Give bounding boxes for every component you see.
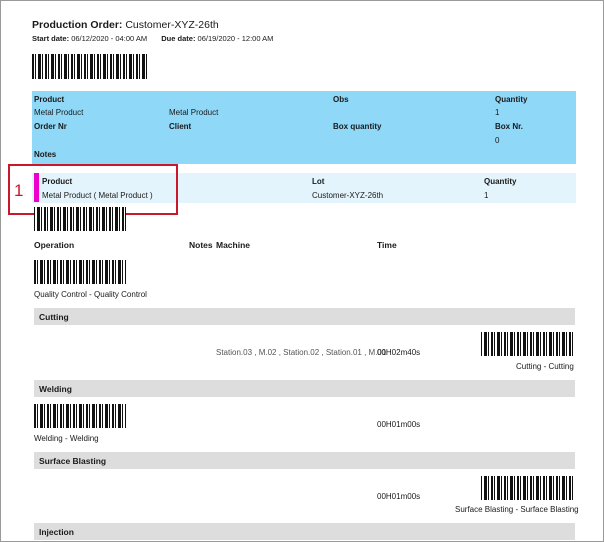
start-date-label: Start date: (32, 34, 70, 43)
product-value: Metal Product (34, 108, 84, 117)
time-column-header: Time (377, 240, 397, 250)
cutting-barcode-label: Cutting - Cutting (516, 362, 574, 371)
title-label: Production Order: (32, 19, 123, 31)
section-injection: Injection (34, 523, 575, 540)
order-barcode (32, 54, 148, 79)
lot-value: Customer-XYZ-26th (312, 191, 384, 200)
client-label: Client (169, 122, 192, 131)
notes-label: Notes (34, 150, 57, 159)
production-order-page: Production Order: Customer-XYZ-26th Star… (0, 0, 604, 542)
lot-barcode (34, 207, 126, 231)
section-cutting: Cutting (34, 308, 575, 325)
operation-column-header: Operation (34, 240, 75, 250)
cutting-barcode (481, 332, 573, 356)
product-value-secondary: Metal Product (169, 108, 219, 117)
notes-column-header: Notes (189, 240, 213, 250)
surface-blasting-time: 00H01m00s (377, 492, 421, 501)
welding-barcode-label: Welding - Welding (34, 434, 99, 443)
page-title: Production Order: Customer-XYZ-26th (32, 19, 219, 31)
annotation-number: 1 (14, 181, 24, 200)
obs-label: Obs (333, 95, 349, 104)
cutting-machines: Station.03 , M.02 , Station.02 , Station… (216, 348, 387, 357)
lot-quantity-label: Quantity (484, 177, 517, 186)
surface-blasting-barcode (481, 476, 573, 500)
section-surface-blasting: Surface Blasting (34, 452, 575, 469)
machine-column-header: Machine (216, 240, 251, 250)
order-dates: Start date: 06/12/2020 - 04:00 AM Due da… (32, 34, 273, 43)
quantity-value: 1 (495, 108, 500, 117)
order-nr-label: Order Nr (34, 122, 67, 131)
surface-blasting-barcode-label: Surface Blasting - Surface Blasting (455, 505, 579, 514)
due-date-value: 06/19/2020 - 12:00 AM (197, 34, 274, 43)
cutting-time: 00H02m40s (377, 348, 421, 357)
title-value: Customer-XYZ-26th (125, 19, 219, 31)
quantity-label: Quantity (495, 95, 528, 104)
welding-time: 00H01m00s (377, 420, 421, 429)
due-date-label: Due date: (161, 34, 196, 43)
product-label: Product (34, 95, 65, 104)
box-nr-label: Box Nr. (495, 122, 524, 131)
welding-barcode (34, 404, 126, 428)
start-date-value: 06/12/2020 - 04:00 AM (71, 34, 148, 43)
quality-control-label: Quality Control - Quality Control (34, 290, 147, 299)
quality-control-barcode (34, 260, 126, 284)
section-welding: Welding (34, 380, 575, 397)
box-quantity-label: Box quantity (333, 122, 382, 131)
lot-label: Lot (312, 177, 325, 186)
box-nr-value: 0 (495, 136, 500, 145)
lot-quantity-value: 1 (484, 191, 489, 200)
